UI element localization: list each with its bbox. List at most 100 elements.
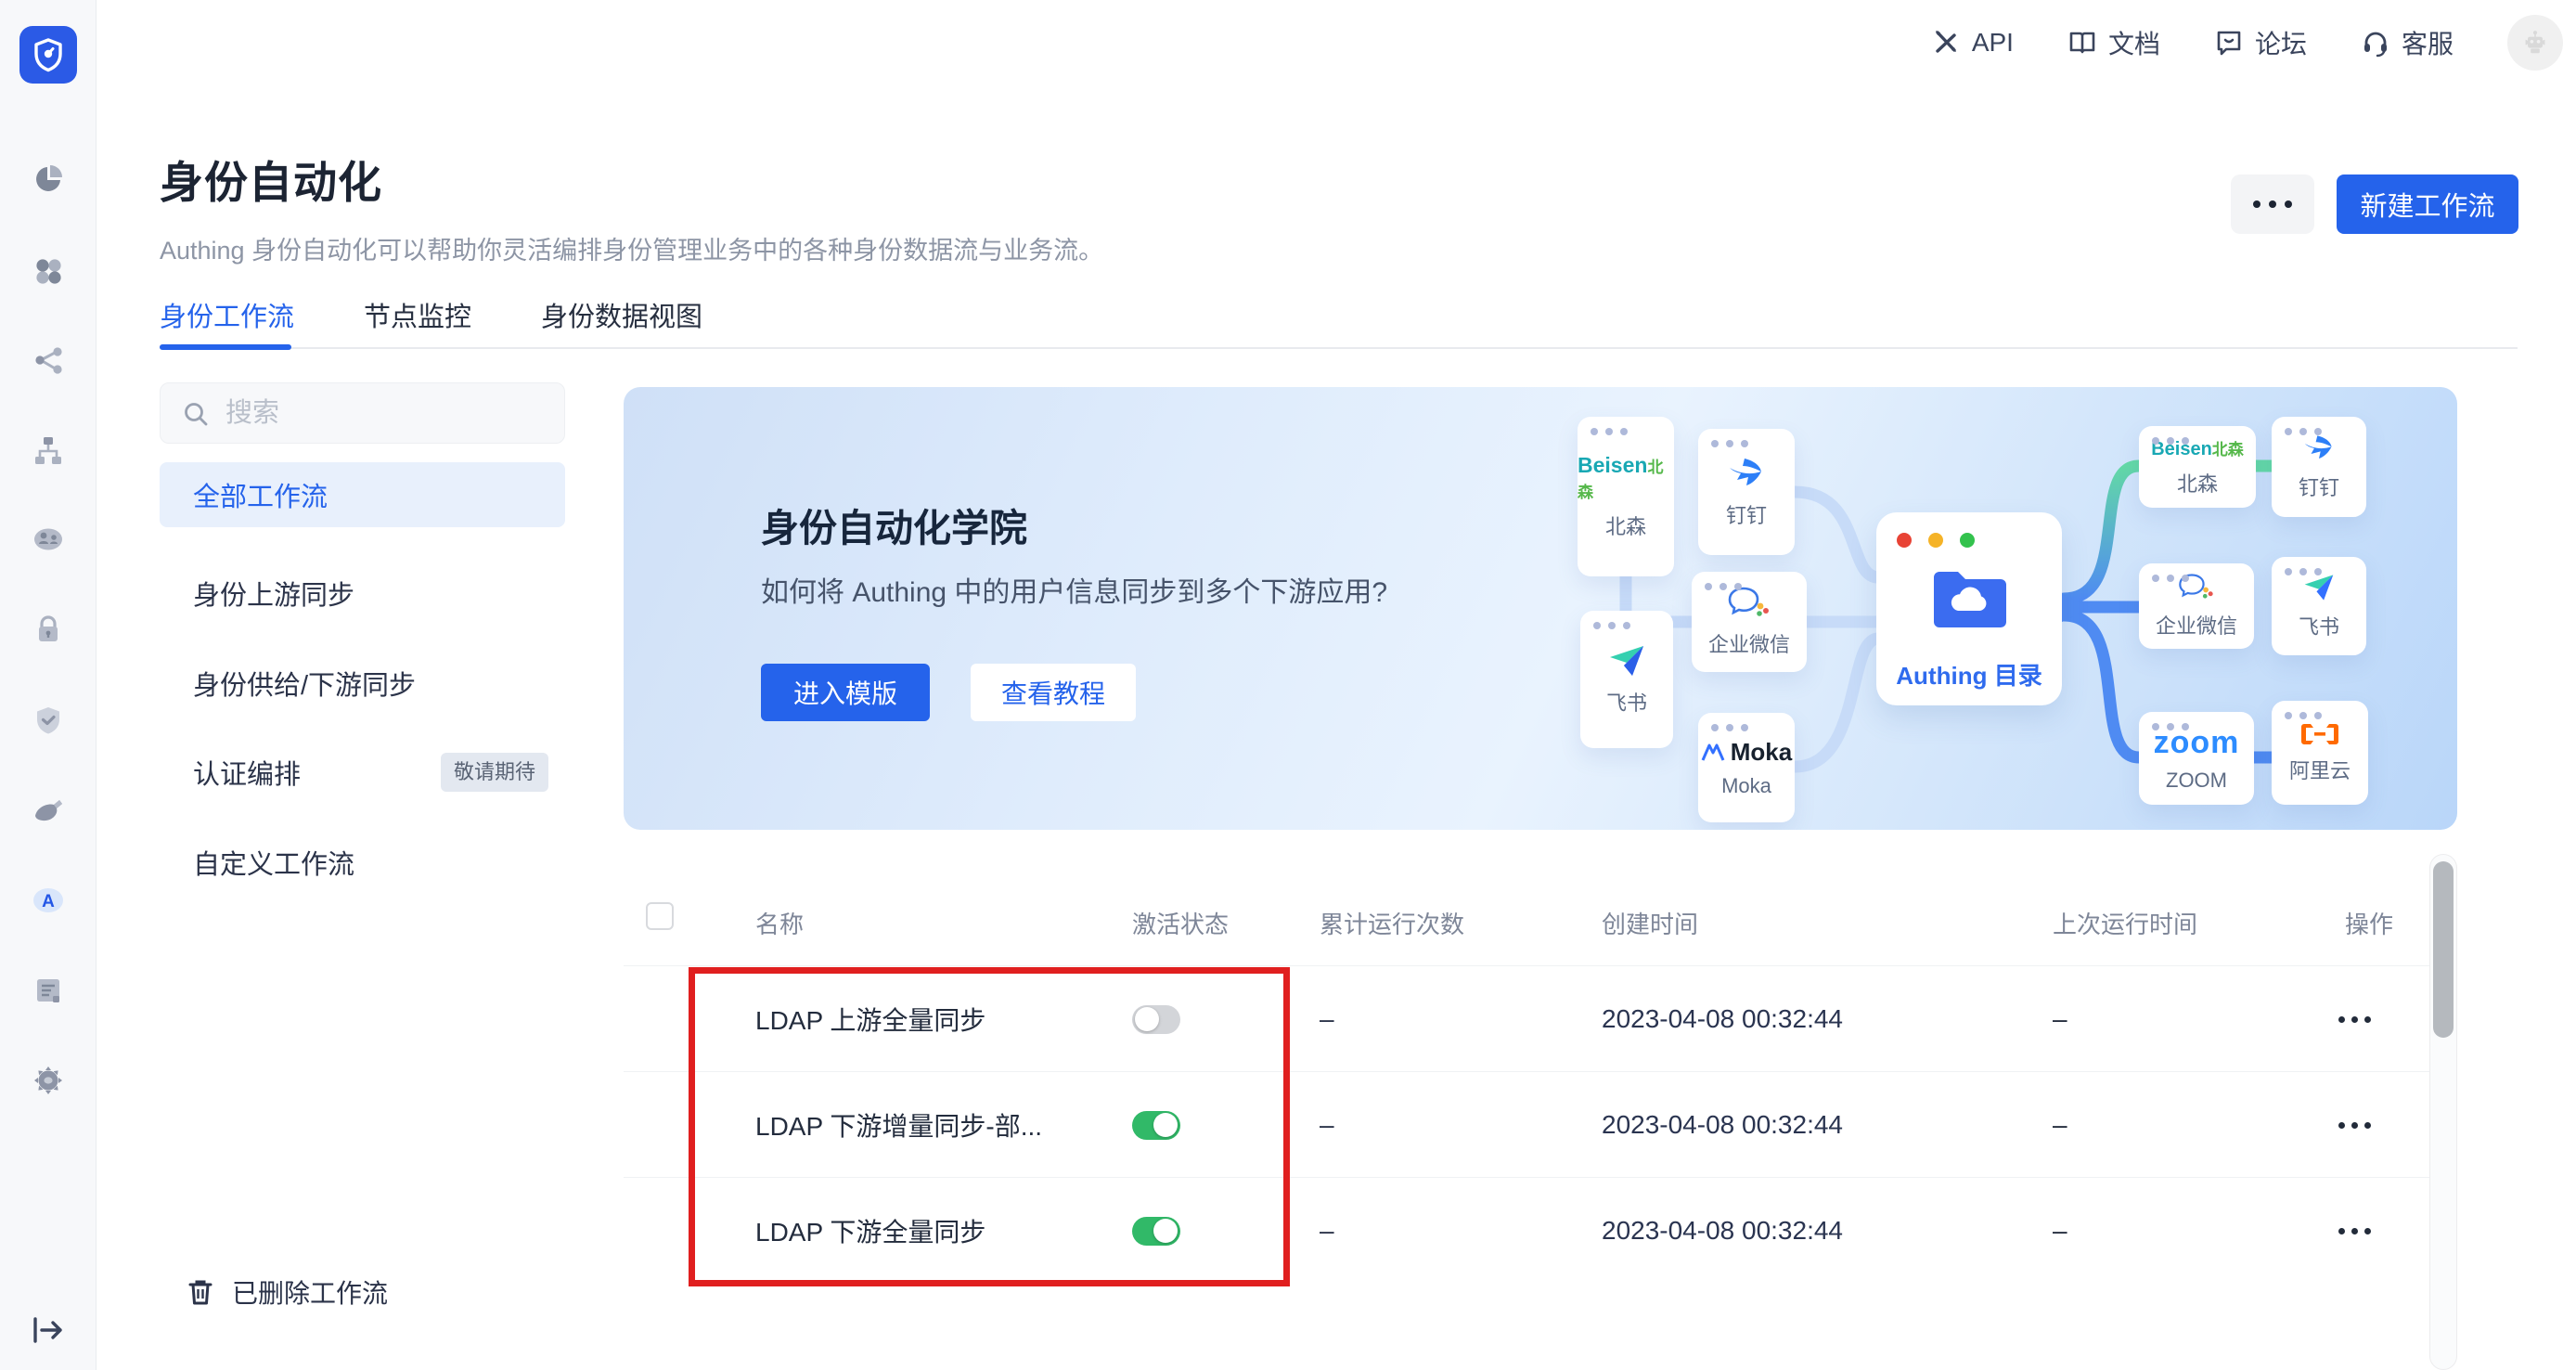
coming-soon-badge: 敬请期待 [441, 753, 548, 792]
filter-item[interactable]: 全部工作流 [160, 462, 565, 527]
col-name: 名称 [755, 906, 804, 940]
page-subtitle: Authing 身份自动化可以帮助你灵活编排身份管理业务中的各种身份数据流与业务… [160, 230, 1103, 266]
table-row: LDAP 上游全量同步–2023-04-08 00:32:44– [624, 965, 2457, 1071]
user-avatar-a-icon[interactable]: A [32, 884, 65, 917]
filter-item-label: 身份上游同步 [193, 574, 354, 613]
filter-item-label: 认证编排 [193, 753, 301, 792]
aliyun-icon [2299, 721, 2340, 747]
app-card-beisen-right: Beisen北森 北森 [2139, 426, 2256, 508]
app-card-wecom-left: 企业微信 [1692, 572, 1807, 672]
created-time: 2023-04-08 00:32:44 [1602, 1178, 1843, 1284]
collapse-sidebar-icon[interactable] [30, 1313, 67, 1347]
app-card-feishu-left: 飞书 [1580, 611, 1673, 748]
nav-api[interactable]: API [1931, 28, 2014, 58]
traffic-dots [1897, 533, 1975, 548]
lock-icon[interactable] [32, 613, 65, 646]
feishu-icon [2301, 572, 2337, 603]
nav-support[interactable]: 客服 [2361, 24, 2454, 61]
view-tutorial-button[interactable]: 查看教程 [971, 664, 1136, 721]
workflow-name[interactable]: LDAP 下游增量同步-部... [755, 1072, 1117, 1178]
apps-icon[interactable] [32, 254, 65, 288]
table-rows: LDAP 上游全量同步–2023-04-08 00:32:44–LDAP 下游增… [624, 965, 2457, 1283]
share-icon[interactable] [32, 343, 65, 377]
authing-logo-icon[interactable] [19, 26, 77, 84]
enter-template-button[interactable]: 进入模版 [761, 664, 930, 721]
filter-item-label: 自定义工作流 [193, 843, 354, 882]
app-card-label: 钉钉 [1726, 499, 1767, 529]
org-tree-icon[interactable] [32, 433, 65, 467]
banner-subtitle: 如何将 Authing 中的用户信息同步到多个下游应用? [761, 569, 1387, 610]
workflow-toggle-on[interactable] [1132, 1111, 1180, 1140]
app-card-label: 飞书 [1606, 687, 1647, 717]
filter-item[interactable]: 身份供给/下游同步 [160, 651, 565, 716]
more-actions-button[interactable] [2231, 174, 2314, 234]
app-card-dingtalk-left: 钉钉 [1698, 429, 1795, 555]
dingtalk-icon [2300, 433, 2338, 464]
row-actions-button[interactable] [2338, 1178, 2371, 1284]
create-workflow-button[interactable]: 新建工作流 [2337, 174, 2518, 234]
col-lastrun: 上次运行时间 [2053, 906, 2197, 940]
toggle-cell [1132, 1178, 1180, 1284]
pie-chart-icon[interactable] [32, 162, 65, 196]
chat-bubble-icon [2214, 28, 2244, 58]
app-card-label: Moka [1721, 774, 1771, 798]
created-time: 2023-04-08 00:32:44 [1602, 1072, 1843, 1178]
workflow-toggle-on[interactable] [1132, 1217, 1180, 1246]
toggle-cell [1132, 966, 1180, 1072]
last-run-time: – [2053, 1072, 2067, 1178]
shield-check-icon[interactable] [32, 704, 65, 737]
app-card-wecom-right: 企业微信 [2139, 563, 2254, 649]
workflow-toggle-off[interactable] [1132, 1005, 1180, 1034]
wecom-icon [1727, 586, 1771, 621]
search-input[interactable] [224, 383, 548, 443]
filter-item[interactable]: 身份上游同步 [160, 561, 565, 626]
user-avatar[interactable] [2507, 15, 2563, 71]
brand-brush-icon[interactable] [32, 794, 65, 827]
select-all-checkbox[interactable] [646, 902, 674, 930]
nav-docs[interactable]: 文档 [2067, 24, 2160, 61]
folder-cloud-icon [1930, 566, 2010, 631]
search-icon [181, 399, 211, 429]
col-runs: 累计运行次数 [1320, 906, 1464, 940]
deleted-workflows-link[interactable]: 已删除工作流 [186, 1273, 388, 1311]
row-actions-button[interactable] [2338, 1072, 2371, 1178]
search-box[interactable] [160, 382, 565, 444]
robot-avatar-icon [2520, 28, 2550, 58]
nav-forum-label: 论坛 [2255, 24, 2307, 61]
authing-directory-label: Authing 目录 [1876, 657, 2062, 691]
book-icon [2067, 28, 2097, 58]
run-count: – [1320, 1178, 1334, 1284]
app-card-label: 飞书 [2299, 611, 2339, 640]
app-card-feishu-right: 飞书 [2272, 557, 2366, 655]
beisen-logo: Beisen北森 [1578, 453, 1674, 503]
settings-gear-icon[interactable] [32, 1064, 65, 1097]
nav-forum[interactable]: 论坛 [2214, 24, 2307, 61]
table-scrollbar-thumb[interactable] [2433, 861, 2454, 1038]
table-row: LDAP 下游增量同步-部... – 2023-04-08 00:32:44 – [624, 1071, 2457, 1177]
row-actions-button[interactable] [2338, 966, 2371, 1072]
col-created: 创建时间 [1602, 906, 1698, 940]
feishu-icon [1607, 642, 1646, 679]
audit-log-icon[interactable] [32, 974, 65, 1007]
created-time: 2023-04-08 00:32:44 [1602, 966, 1843, 1072]
app-card-zoom-right: zoom ZOOM [2139, 712, 2254, 805]
svg-text:A: A [42, 892, 55, 911]
app-card-beisen-left: Beisen北森 北森 [1578, 417, 1674, 576]
app-card-dingtalk-right: 钉钉 [2272, 417, 2366, 517]
workflow-name[interactable]: LDAP 上游全量同步 [755, 966, 1117, 1072]
filter-item[interactable]: 自定义工作流 [160, 830, 565, 895]
filter-item[interactable]: 认证编排 敬请期待 [160, 740, 565, 805]
workflow-filter-panel: 全部工作流身份上游同步身份供给/下游同步认证编排敬请期待自定义工作流 [160, 382, 565, 444]
users-icon[interactable] [32, 523, 65, 556]
run-count: – [1320, 1072, 1334, 1178]
deleted-workflows-label: 已删除工作流 [232, 1273, 388, 1311]
filter-item-label: 全部工作流 [193, 475, 328, 514]
nav-support-label: 客服 [2402, 24, 2454, 61]
trash-icon [186, 1277, 215, 1307]
col-status: 激活状态 [1132, 906, 1229, 940]
nav-api-label: API [1972, 28, 2014, 58]
page-title: 身份自动化 [160, 147, 382, 211]
active-tab-underline [160, 344, 291, 350]
workflow-name[interactable]: LDAP 下游全量同步 [755, 1178, 1117, 1284]
app-card-label: 阿里云 [2289, 755, 2351, 784]
